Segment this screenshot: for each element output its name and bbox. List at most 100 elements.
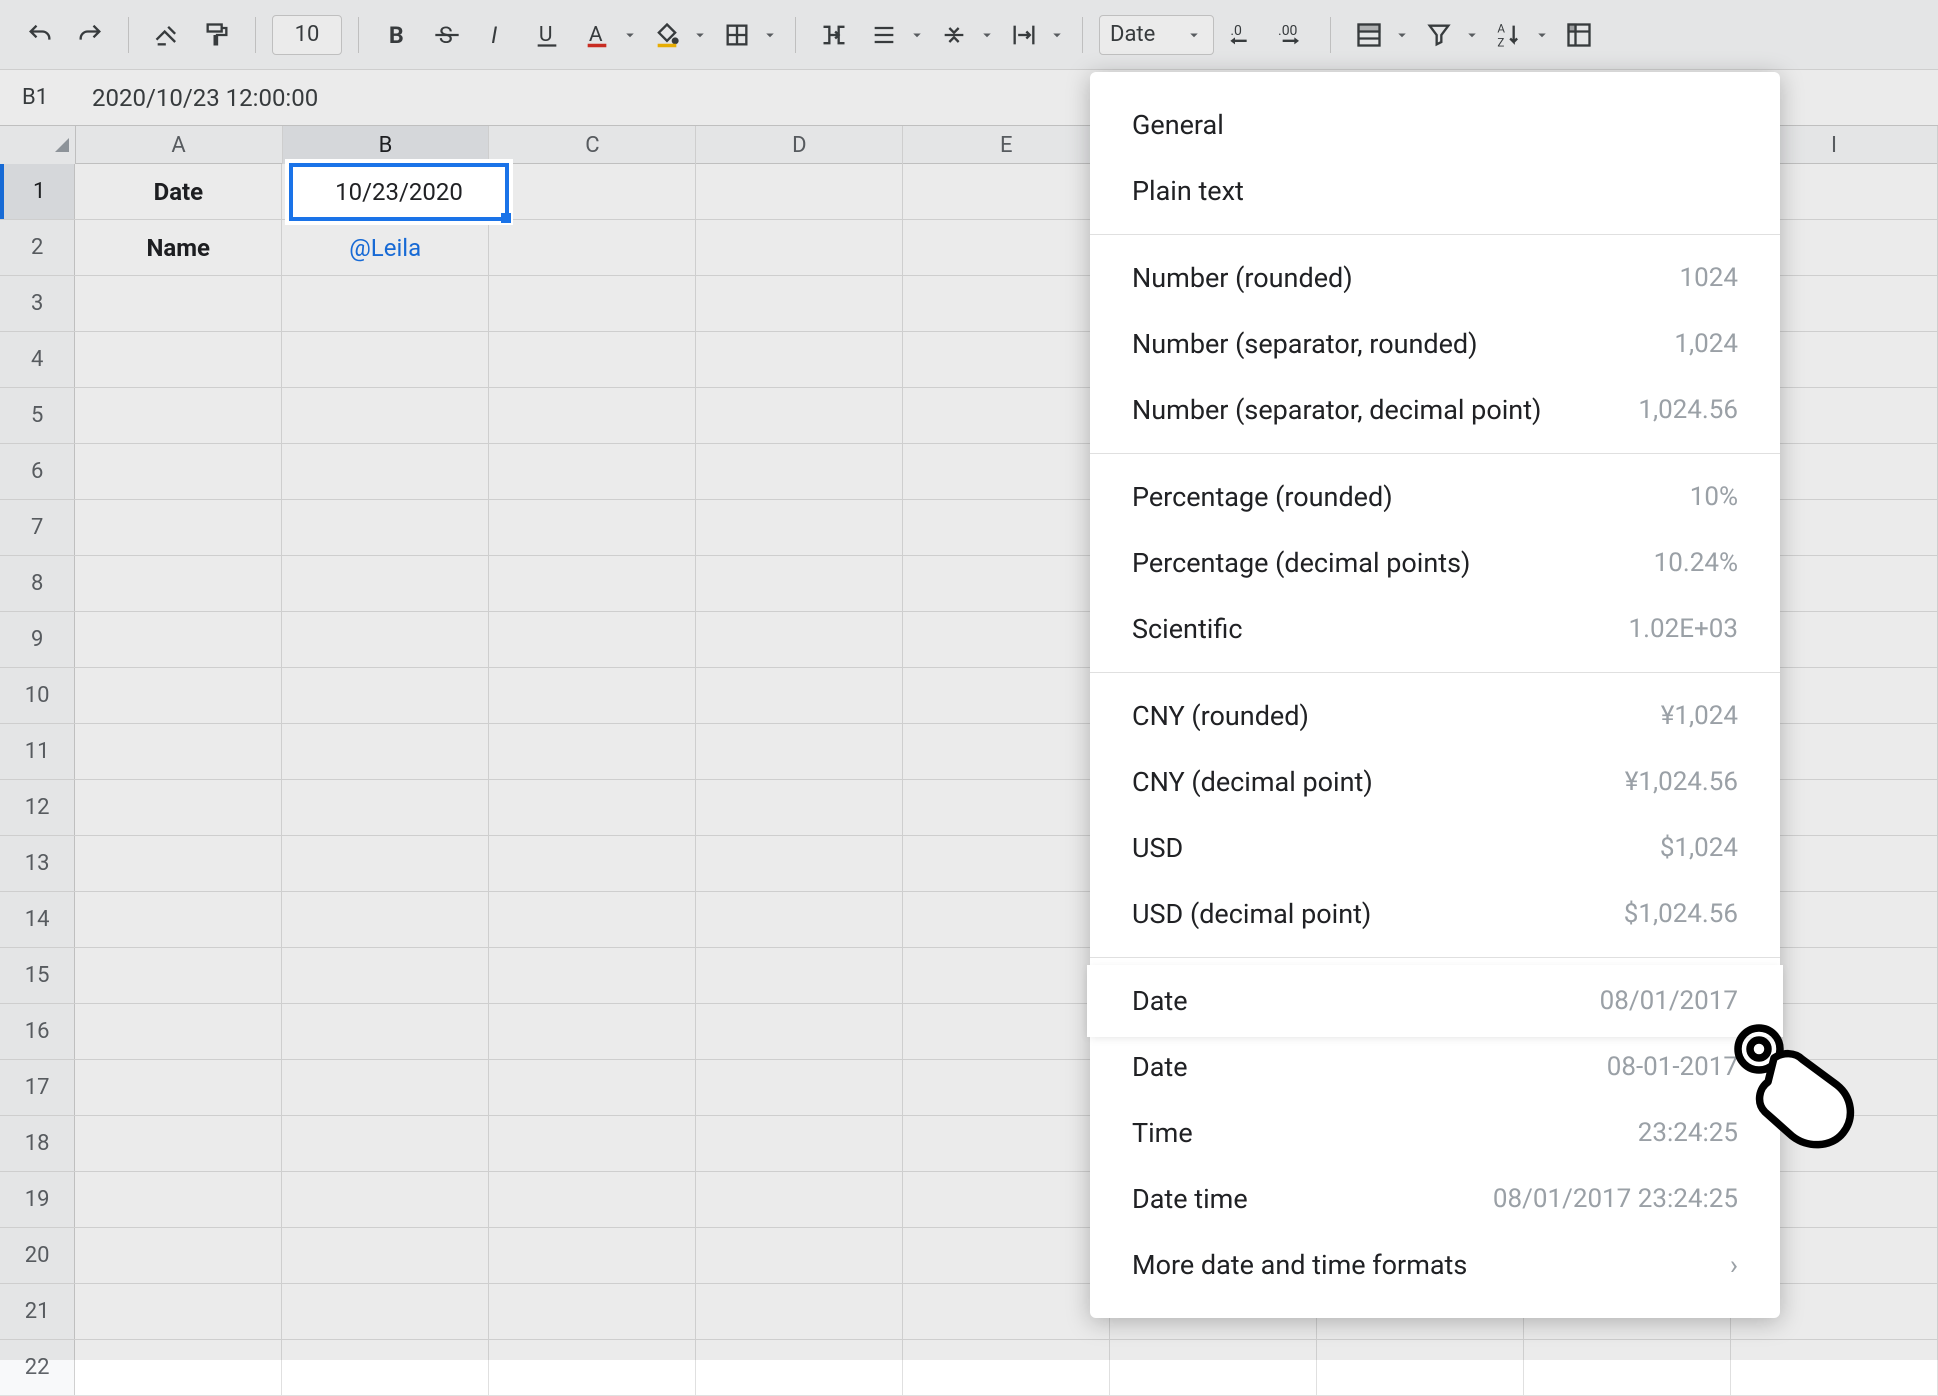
cell[interactable] xyxy=(696,836,903,891)
row-header[interactable]: 19 xyxy=(0,1172,75,1227)
cell[interactable] xyxy=(282,668,489,723)
cell[interactable] xyxy=(903,556,1110,611)
cell[interactable] xyxy=(282,1172,489,1227)
cell[interactable] xyxy=(282,948,489,1003)
cell[interactable] xyxy=(1524,1340,1731,1395)
cell[interactable] xyxy=(75,780,282,835)
cell[interactable] xyxy=(282,276,489,331)
cell[interactable] xyxy=(489,388,696,443)
cell[interactable] xyxy=(696,1004,903,1059)
cell[interactable] xyxy=(282,500,489,555)
cell[interactable] xyxy=(696,1284,903,1339)
cell[interactable] xyxy=(489,612,696,667)
row-header[interactable]: 1 xyxy=(0,164,75,219)
format-menu-item[interactable]: Scientific1.02E+03 xyxy=(1090,596,1780,662)
row-header[interactable]: 5 xyxy=(0,388,75,443)
cell[interactable] xyxy=(1731,1340,1938,1395)
col-header-E[interactable]: E xyxy=(903,126,1110,164)
cell[interactable] xyxy=(489,1284,696,1339)
row-header[interactable]: 2 xyxy=(0,220,75,275)
row-header[interactable]: 4 xyxy=(0,332,75,387)
cell[interactable] xyxy=(75,1340,282,1395)
cell[interactable] xyxy=(489,556,696,611)
freeze-panes-button[interactable] xyxy=(1557,13,1601,57)
cell[interactable] xyxy=(903,892,1110,947)
fill-handle[interactable] xyxy=(501,213,511,223)
row-header[interactable]: 17 xyxy=(0,1060,75,1115)
cell[interactable]: Date xyxy=(75,164,282,219)
format-menu-item[interactable]: Percentage (rounded)10% xyxy=(1090,464,1780,530)
format-menu-item[interactable]: CNY (rounded)¥1,024 xyxy=(1090,683,1780,749)
cell[interactable] xyxy=(489,332,696,387)
name-box[interactable]: B1 xyxy=(0,85,78,110)
row-header[interactable]: 22 xyxy=(0,1340,75,1395)
row-header[interactable]: 11 xyxy=(0,724,75,779)
cell[interactable] xyxy=(903,444,1110,499)
cell[interactable] xyxy=(75,444,282,499)
cell[interactable] xyxy=(489,1060,696,1115)
decrease-decimal-button[interactable]: .0 xyxy=(1220,13,1264,57)
row-header[interactable]: 15 xyxy=(0,948,75,1003)
cell[interactable] xyxy=(489,276,696,331)
cell[interactable] xyxy=(75,556,282,611)
cell[interactable] xyxy=(903,780,1110,835)
format-menu-item[interactable]: Number (separator, decimal point)1,024.5… xyxy=(1090,377,1780,443)
cell[interactable] xyxy=(75,500,282,555)
borders-button[interactable] xyxy=(715,13,779,57)
format-menu-item[interactable]: Number (rounded)1024 xyxy=(1090,245,1780,311)
cell[interactable] xyxy=(489,724,696,779)
cell[interactable] xyxy=(903,1116,1110,1171)
cell[interactable] xyxy=(75,1284,282,1339)
select-all-corner[interactable] xyxy=(0,126,76,164)
row-header[interactable]: 6 xyxy=(0,444,75,499)
cell[interactable] xyxy=(75,892,282,947)
cell[interactable] xyxy=(489,836,696,891)
cell[interactable] xyxy=(282,556,489,611)
col-header-A[interactable]: A xyxy=(76,126,283,164)
italic-button[interactable]: I xyxy=(475,13,519,57)
col-header-C[interactable]: C xyxy=(489,126,696,164)
cell[interactable] xyxy=(903,836,1110,891)
cell[interactable] xyxy=(489,948,696,1003)
cell[interactable] xyxy=(489,668,696,723)
cell[interactable] xyxy=(903,164,1110,219)
text-color-button[interactable]: A xyxy=(575,13,639,57)
cell[interactable] xyxy=(903,500,1110,555)
row-header[interactable]: 9 xyxy=(0,612,75,667)
cell[interactable] xyxy=(489,164,696,219)
cell[interactable] xyxy=(282,444,489,499)
row-header[interactable]: 14 xyxy=(0,892,75,947)
cell[interactable]: @Leila xyxy=(282,220,489,275)
cell[interactable] xyxy=(282,1116,489,1171)
format-menu-item[interactable]: Date08/01/2017 xyxy=(1090,968,1780,1034)
selected-cell[interactable]: 10/23/2020 xyxy=(289,163,509,221)
cell[interactable] xyxy=(903,1284,1110,1339)
redo-button[interactable] xyxy=(68,13,112,57)
format-menu-item[interactable]: Date time08/01/2017 23:24:25 xyxy=(1090,1166,1780,1232)
merge-cells-button[interactable] xyxy=(812,13,856,57)
row-header[interactable]: 10 xyxy=(0,668,75,723)
cell[interactable] xyxy=(489,892,696,947)
cell[interactable] xyxy=(282,332,489,387)
cell[interactable]: Name xyxy=(75,220,282,275)
cell[interactable] xyxy=(75,668,282,723)
cell[interactable] xyxy=(696,1116,903,1171)
cell[interactable] xyxy=(696,388,903,443)
row-header[interactable]: 13 xyxy=(0,836,75,891)
cell[interactable] xyxy=(75,1172,282,1227)
cell[interactable] xyxy=(696,332,903,387)
format-menu-item[interactable]: Plain text xyxy=(1090,158,1780,224)
bold-button[interactable]: B xyxy=(375,13,419,57)
row-header[interactable]: 3 xyxy=(0,276,75,331)
vertical-align-button[interactable] xyxy=(932,13,996,57)
cell[interactable] xyxy=(696,276,903,331)
text-wrap-button[interactable] xyxy=(1002,13,1066,57)
cell[interactable] xyxy=(282,388,489,443)
cell[interactable] xyxy=(696,1340,903,1395)
clear-format-button[interactable] xyxy=(145,13,189,57)
fill-color-button[interactable] xyxy=(645,13,709,57)
cell[interactable] xyxy=(75,1116,282,1171)
cell[interactable] xyxy=(903,332,1110,387)
cell[interactable] xyxy=(903,220,1110,275)
cell[interactable] xyxy=(282,1228,489,1283)
